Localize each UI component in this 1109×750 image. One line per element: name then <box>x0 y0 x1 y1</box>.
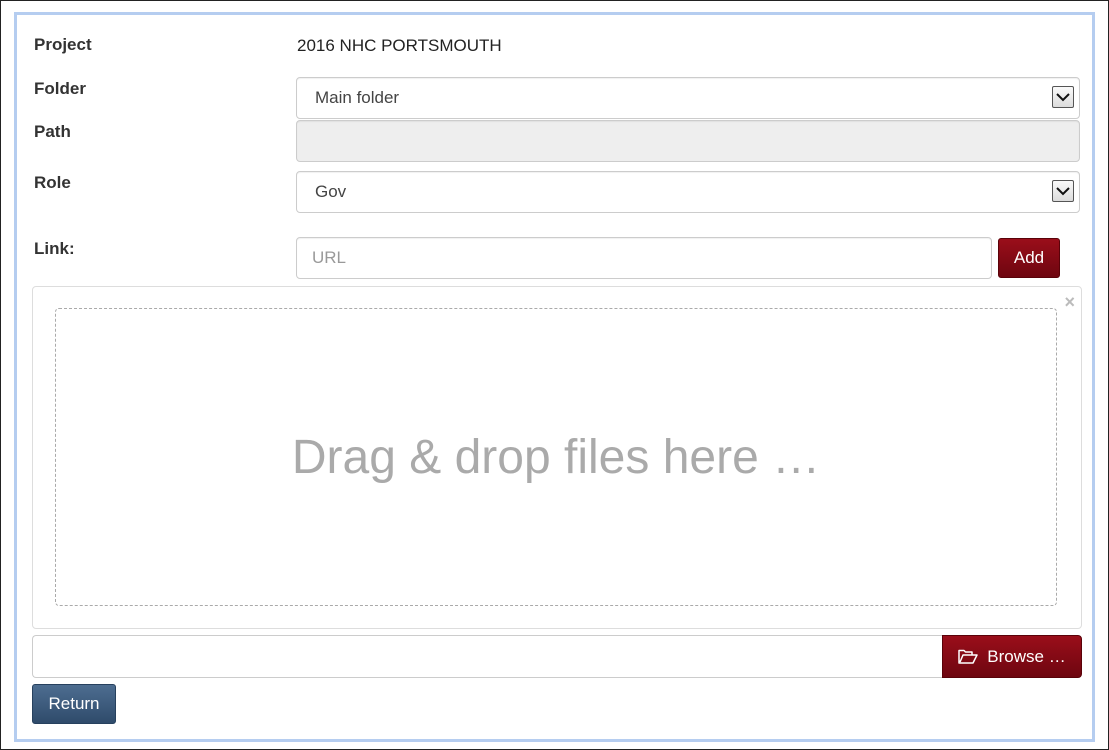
role-select[interactable]: Gov <box>296 171 1080 213</box>
chevron-down-icon[interactable] <box>1052 180 1074 202</box>
drop-zone-text: Drag & drop files here … <box>291 430 821 484</box>
project-value: 2016 NHC PORTSMOUTH <box>297 36 502 55</box>
project-label: Project <box>34 35 92 54</box>
folder-select-value: Main folder <box>315 88 400 107</box>
drop-target[interactable]: Drag & drop files here … <box>55 308 1057 606</box>
close-icon[interactable]: × <box>1064 293 1075 311</box>
chevron-down-icon[interactable] <box>1052 86 1074 108</box>
url-input[interactable] <box>312 247 972 269</box>
browse-label: Browse … <box>987 646 1066 666</box>
link-label: Link: <box>34 239 75 258</box>
path-label: Path <box>34 122 71 141</box>
role-select-value: Gov <box>315 182 347 201</box>
return-button[interactable]: Return <box>32 684 116 724</box>
file-caption-field[interactable] <box>32 635 942 678</box>
folder-open-icon <box>958 649 979 665</box>
role-label: Role <box>34 173 71 192</box>
browse-button[interactable]: Browse … <box>942 635 1082 678</box>
url-field[interactable] <box>296 237 992 279</box>
path-field <box>296 120 1080 162</box>
folder-label: Folder <box>34 79 86 98</box>
folder-select[interactable]: Main folder <box>296 77 1080 119</box>
add-link-button[interactable]: Add <box>998 238 1060 278</box>
file-drop-zone[interactable]: × Drag & drop files here … <box>32 286 1082 629</box>
